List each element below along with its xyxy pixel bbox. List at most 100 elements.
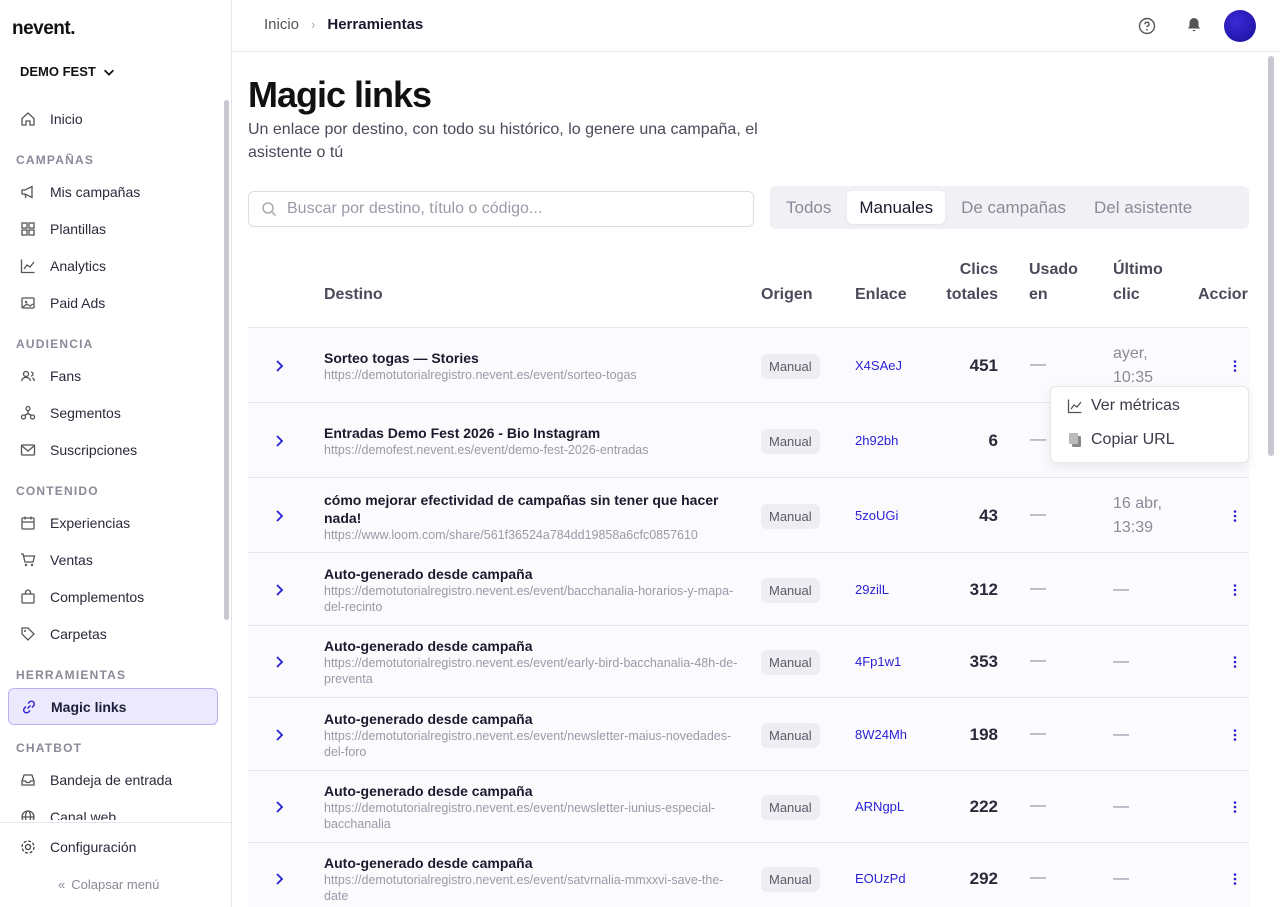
menu-label-metricas: Ver métricas	[1091, 397, 1180, 414]
col-ultimo[interactable]: Último clic	[1113, 257, 1163, 307]
main-content: Magic links Un enlace por destino, con t…	[232, 52, 1280, 907]
chevron-right-icon[interactable]	[272, 359, 286, 373]
chevron-right-icon[interactable]	[272, 583, 286, 597]
col-destino[interactable]: Destino	[324, 282, 383, 307]
used-in: —	[1030, 579, 1046, 597]
filter-tab-de-campanas[interactable]: De campañas	[949, 191, 1078, 224]
row-title-cell: Entradas Demo Fest 2026 - Bio Instagram h…	[324, 424, 744, 458]
menu-item-ver-metricas[interactable]: Ver métricas	[1067, 397, 1180, 415]
breadcrumb-home[interactable]: Inicio	[264, 16, 299, 33]
more-vertical-icon[interactable]	[1228, 728, 1242, 742]
sidebar-item-inicio[interactable]: Inicio	[8, 100, 218, 137]
sidebar: nevent. DEMO FEST Inicio CAMPAÑAS Mis camp…	[0, 0, 232, 907]
col-origen[interactable]: Origen	[761, 282, 813, 307]
sidebar-item-paid-ads[interactable]: Paid Ads	[8, 284, 218, 321]
more-vertical-icon[interactable]	[1228, 583, 1242, 597]
col-clics[interactable]: Clics totales	[938, 257, 998, 307]
sidebar-item-label: Suscripciones	[50, 441, 138, 458]
more-vertical-icon[interactable]	[1228, 655, 1242, 669]
sidebar-scrollbar[interactable]	[224, 100, 229, 620]
link-code[interactable]: X4SAeJ	[855, 358, 902, 373]
used-in: —	[1030, 430, 1046, 448]
chevron-right-icon[interactable]	[272, 728, 286, 742]
filter-tab-manuales[interactable]: Manuales	[847, 191, 946, 224]
sidebar-item-segmentos[interactable]: Segmentos	[8, 394, 218, 431]
row-title[interactable]: Auto-generado desde campaña	[324, 711, 533, 727]
link-code[interactable]: 8W24Mh	[855, 727, 907, 742]
megaphone-icon	[21, 184, 33, 199]
menu-item-copiar-url[interactable]: Copiar URL	[1067, 431, 1175, 449]
row-actions-menu: Ver métricas Copiar URL	[1050, 386, 1249, 463]
total-clicks: 222	[969, 797, 998, 816]
last-click: —	[1113, 867, 1129, 891]
breadcrumb-current: Herramientas	[327, 16, 424, 33]
chevron-right-icon[interactable]	[272, 800, 286, 814]
chevron-down-icon	[103, 69, 114, 76]
link-code[interactable]: EOUzPd	[855, 871, 906, 886]
table-row[interactable]: Auto-generado desde campaña https://demot…	[248, 626, 1249, 698]
col-enlace[interactable]: Enlace	[855, 282, 907, 307]
chevron-right-icon[interactable]	[272, 655, 286, 669]
sidebar-item-carpetas[interactable]: Carpetas	[8, 615, 218, 652]
sidebar-item-complementos[interactable]: Complementos	[8, 578, 218, 615]
avatar[interactable]	[1224, 10, 1256, 42]
sidebar-item-plantillas[interactable]: Plantillas	[8, 210, 218, 247]
sidebar-item-canal-web[interactable]: Canal web	[8, 798, 218, 820]
link-code[interactable]: 4Fp1w1	[855, 654, 901, 669]
config-label: Configuración	[50, 839, 137, 855]
sidebar-item-magic-links[interactable]: Magic links	[8, 688, 218, 725]
row-url: https://demotutorialregistro.nevent.es/e…	[324, 583, 734, 614]
row-title[interactable]: Auto-generado desde campaña	[324, 855, 533, 871]
sidebar-item-suscripciones[interactable]: Suscripciones	[8, 431, 218, 468]
col-acciones: Accior	[1198, 286, 1248, 303]
sidebar-item-ventas[interactable]: Ventas	[8, 541, 218, 578]
main-scrollbar[interactable]	[1268, 56, 1274, 456]
filter-tab-todos[interactable]: Todos	[774, 191, 843, 224]
chevron-right-icon[interactable]	[272, 434, 286, 448]
col-usado[interactable]: Usado en	[1029, 257, 1078, 307]
collapse-menu-button[interactable]: « Colapsar menú	[58, 877, 159, 892]
page-subtitle: Un enlace por destino, con todo su histó…	[248, 121, 758, 161]
link-code[interactable]: 2h92bh	[855, 433, 898, 448]
table-row[interactable]: Auto-generado desde campaña https://demot…	[248, 698, 1249, 771]
link-code[interactable]: ARNgpL	[855, 799, 904, 814]
link-code[interactable]: 5zoUGi	[855, 508, 898, 523]
link-code[interactable]: 29zilL	[855, 582, 889, 597]
org-selector[interactable]: DEMO FEST	[20, 64, 116, 79]
table-row[interactable]: Auto-generado desde campaña https://demot…	[248, 553, 1249, 626]
search-input[interactable]	[287, 200, 727, 218]
row-title[interactable]: Entradas Demo Fest 2026 - Bio Instagram	[324, 425, 600, 441]
row-title[interactable]: Auto-generado desde campaña	[324, 783, 533, 799]
more-vertical-icon[interactable]	[1228, 800, 1242, 814]
sidebar-item-fans[interactable]: Fans	[8, 357, 218, 394]
sidebar-section-chatbot: CHATBOT	[16, 741, 83, 755]
chevron-right-icon[interactable]	[272, 509, 286, 523]
more-vertical-icon[interactable]	[1228, 872, 1242, 886]
row-title[interactable]: Auto-generado desde campaña	[324, 638, 533, 654]
filter-tab-del-asistente[interactable]: Del asistente	[1082, 191, 1204, 224]
sidebar-item-analytics[interactable]: Analytics	[8, 247, 218, 284]
inbox-icon	[21, 773, 35, 786]
last-click: —	[1113, 723, 1129, 747]
app-logo[interactable]: nevent.	[12, 18, 76, 40]
sidebar-item-configuracion[interactable]: Configuración	[20, 839, 136, 855]
sidebar-item-bandeja-de-entrada[interactable]: Bandeja de entrada	[8, 761, 218, 798]
row-title[interactable]: cómo mejorar efectividad de campañas sin…	[324, 492, 718, 526]
row-title[interactable]: Sorteo togas — Stories	[324, 350, 479, 366]
chevron-right-icon[interactable]	[272, 872, 286, 886]
sidebar-item-label: Bandeja de entrada	[50, 771, 173, 788]
more-vertical-icon[interactable]	[1228, 359, 1242, 373]
more-vertical-icon[interactable]	[1228, 509, 1242, 523]
help-icon[interactable]	[1138, 17, 1156, 35]
row-title-cell: Auto-generado desde campaña https://demot…	[324, 854, 744, 904]
bell-icon[interactable]	[1185, 16, 1203, 34]
table-row[interactable]: cómo mejorar efectividad de campañas sin…	[248, 478, 1249, 553]
used-in: —	[1030, 652, 1046, 669]
image-icon	[21, 296, 35, 309]
row-title[interactable]: Auto-generado desde campaña	[324, 566, 533, 582]
table-row[interactable]: Auto-generado desde campaña https://demot…	[248, 771, 1249, 843]
last-click-line1: —	[1113, 798, 1129, 815]
sidebar-item-mis-campanas[interactable]: Mis campañas	[8, 173, 218, 210]
sidebar-item-experiencias[interactable]: Experiencias	[8, 504, 218, 541]
table-row[interactable]: Auto-generado desde campaña https://demot…	[248, 843, 1249, 907]
